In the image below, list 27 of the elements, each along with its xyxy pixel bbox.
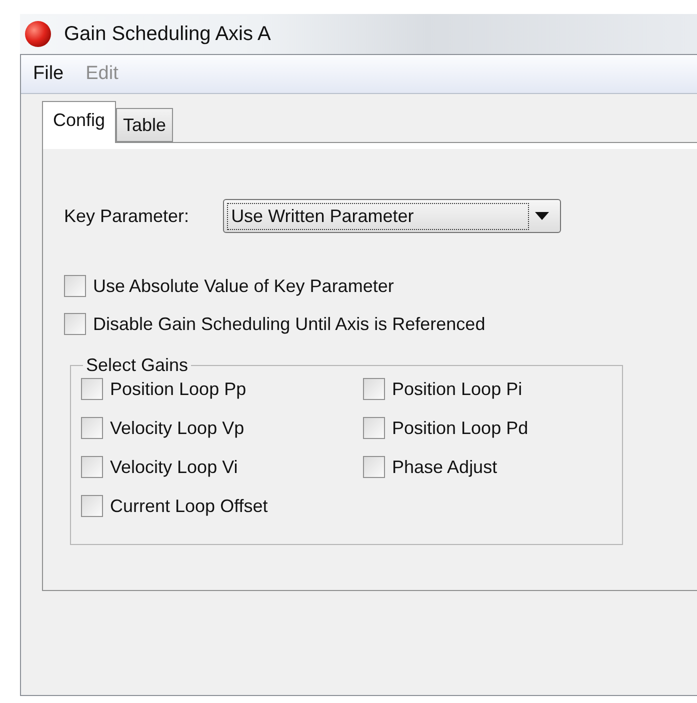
checkbox-label: Disable Gain Scheduling Until Axis is Referenced [93, 314, 486, 334]
checkbox[interactable] [81, 417, 103, 439]
menu-item[interactable]: File [33, 63, 64, 85]
checkbox[interactable] [81, 495, 103, 517]
checkbox[interactable] [81, 378, 103, 400]
caret-icon [535, 212, 550, 220]
checkbox-label: Current Loop Offset [110, 496, 268, 516]
checkbox[interactable] [363, 378, 385, 400]
checkbox-label: Position Loop Pp [110, 378, 246, 400]
checkbox-label: Phase Adjust [392, 456, 498, 478]
tab[interactable]: Config [42, 101, 116, 143]
app-logo-icon [24, 20, 52, 48]
checkbox[interactable] [81, 456, 103, 478]
field-label: Key Parameter: [64, 206, 190, 226]
group-title: Select Gains [85, 355, 190, 376]
checkbox-label: Position Loop Pi [392, 378, 522, 400]
checkbox-label: Velocity Loop Vi [110, 456, 238, 478]
checkbox[interactable] [64, 275, 86, 297]
tab[interactable]: Table [116, 108, 174, 142]
checkbox[interactable] [363, 417, 385, 439]
checkbox-label: Velocity Loop Vp [110, 418, 244, 438]
checkbox[interactable] [363, 456, 385, 478]
checkbox-label: Use Absolute Value of Key Parameter [93, 276, 394, 296]
checkbox-label: Position Loop Pd [392, 418, 528, 438]
checkbox[interactable] [64, 313, 86, 335]
dropdown[interactable]: Use Written Parameter [223, 199, 562, 233]
window-title: Gain Scheduling Axis A [64, 22, 271, 46]
